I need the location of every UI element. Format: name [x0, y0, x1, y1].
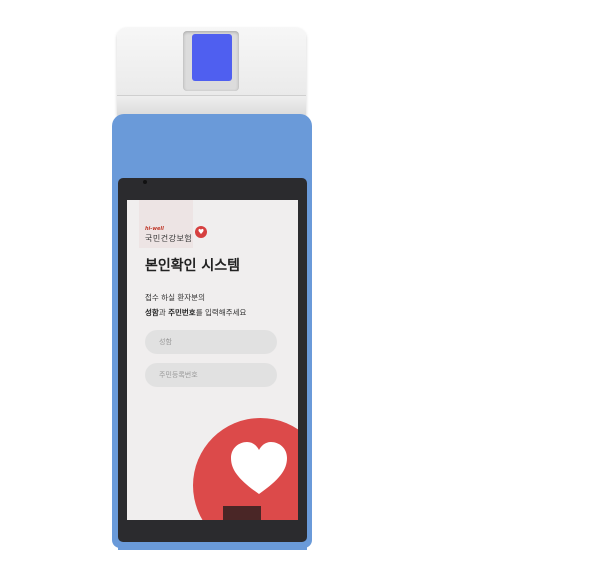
resident-number-input[interactable]: 주민등록번호: [145, 363, 277, 387]
fingerprint-scanner-glass[interactable]: [192, 34, 232, 81]
instruction-text-2: 과: [158, 308, 169, 317]
dark-stripe: [223, 506, 261, 520]
page-title: 본인확인 시스템: [145, 258, 241, 274]
heart-icon: [231, 442, 287, 494]
heart-logo-icon: ♥: [195, 226, 207, 238]
camera-icon: [143, 180, 147, 184]
kiosk-screen: hi-well 국민건강보험 ♥ 본인확인 시스템 접수 하실 환자분의 성함과…: [127, 200, 298, 520]
fingerprint-scanner: [117, 27, 306, 118]
instruction-bold-name: 성함: [145, 308, 159, 317]
logo-script: hi-well: [145, 226, 164, 232]
name-input[interactable]: 성함: [145, 330, 277, 354]
instruction-bold-rrn: 주민번호: [168, 308, 196, 317]
instruction-line-1: 접수 하실 환자분의: [145, 293, 205, 302]
instruction-text-3: 를 입력해주세요: [195, 308, 247, 317]
instruction-line-2: 성함과 주민번호를 입력해주세요: [145, 307, 246, 318]
logo-name: 국민건강보험: [145, 234, 193, 243]
device-chin: [118, 542, 307, 550]
